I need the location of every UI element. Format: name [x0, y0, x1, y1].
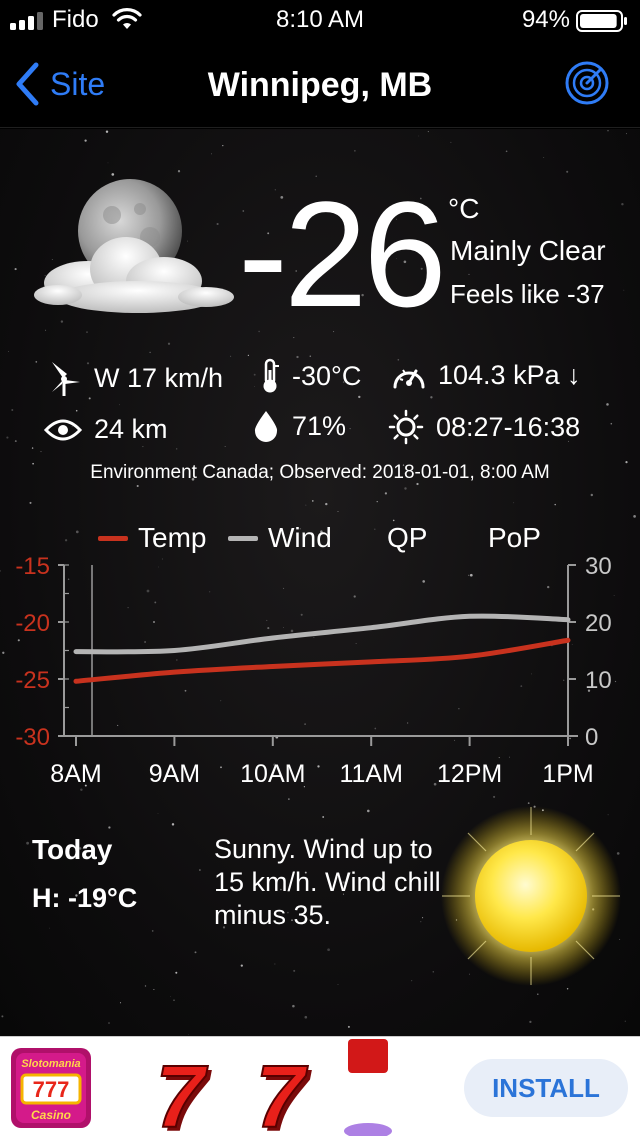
radar-icon[interactable] [564, 60, 610, 106]
visibility-detail: 24 km [44, 414, 168, 445]
humidity-value: 71% [292, 410, 347, 441]
svg-text:7: 7 [156, 1047, 209, 1136]
dewpoint-detail: -30°C [260, 358, 361, 394]
logo-text-bottom: Casino [31, 1108, 71, 1122]
right-tick-label: 20 [585, 610, 612, 637]
slot-sevens-graphic: 7 7 7 7 [155, 1039, 392, 1136]
left-tick-label: -15 [15, 553, 50, 580]
current-temperature: -26 [238, 170, 447, 338]
legend-wind-swatch [228, 535, 258, 541]
left-tick-label: -20 [15, 610, 50, 637]
sun-icon [441, 806, 621, 986]
legend-temp-swatch [98, 535, 128, 541]
thermometer-icon [263, 358, 279, 393]
left-tick-label: -30 [15, 724, 50, 751]
eye-icon [44, 419, 82, 440]
logo-text-top: Slotomania [21, 1058, 80, 1070]
x-tick-label: 11AM [339, 760, 402, 788]
status-bar: Fido 8:10 AM 94% [0, 0, 640, 40]
page-title: Winnipeg, MB [207, 66, 433, 104]
feels-like: Feels like -37 [450, 279, 605, 309]
x-tick-label: 8AM [50, 760, 101, 788]
temperature-unit: °C [448, 193, 480, 224]
weather-panel: -26 °C Mainly Clear Feels like -37 W 17 … [0, 129, 640, 1036]
left-tick-label: -25 [15, 667, 50, 694]
daylight-detail: 08:27-16:38 [388, 409, 580, 445]
svg-text:7: 7 [256, 1047, 309, 1136]
hourly-chart: -15 -20 -25 -30 30 20 10 0 8AM 9AM 10AM 11AM 12PM 1PM [15, 553, 612, 788]
series-line-temp [73, 637, 571, 684]
x-tick-label: 12PM [437, 760, 502, 788]
pressure-value: 104.3 kPa ↓ [438, 360, 581, 390]
forecast-day: Today [32, 834, 113, 865]
battery-icon [576, 10, 627, 32]
sun-outline-icon [388, 409, 424, 445]
right-tick-label: 30 [585, 553, 612, 580]
x-tick-label: 9AM [149, 760, 200, 788]
gauge-icon [393, 368, 425, 388]
moon-cloud-icon [34, 179, 234, 313]
humidity-detail: 71% [252, 409, 346, 443]
wind-detail: W 17 km/h [48, 360, 223, 396]
dewpoint-value: -30°C [292, 360, 362, 391]
wind-turbine-icon [52, 362, 80, 396]
ad-banner[interactable]: 777 Slotomania Casino 7 7 7 7 INSTALL [0, 1036, 640, 1136]
visibility-value: 24 km [94, 414, 168, 444]
install-button[interactable]: INSTALL [464, 1059, 628, 1117]
casino-logo: 777 Slotomania Casino [11, 1048, 91, 1128]
series-line-wind [73, 613, 571, 655]
right-tick-label: 0 [585, 724, 598, 751]
right-tick-label: 10 [585, 667, 612, 694]
daylight-value: 08:27-16:38 [436, 411, 581, 442]
x-tick-label: 10AM [240, 760, 305, 788]
observation-source: Environment Canada; Observed: 2018-01-01… [90, 462, 550, 483]
pressure-detail: 104.3 kPa ↓ [392, 360, 581, 391]
wind-value: W 17 km/h [94, 362, 224, 393]
water-drop-icon [254, 411, 278, 442]
forecast-high: H: -19°C [32, 883, 138, 913]
svg-text:777: 777 [33, 1077, 70, 1102]
current-condition: Mainly Clear [450, 235, 606, 266]
battery-percent: 94% [521, 6, 570, 33]
forecast-summary: Sunny. Wind up to 15 km/h. Wind chill mi… [214, 834, 441, 930]
navigation-bar: Site Winnipeg, MB [0, 40, 640, 128]
x-tick-label: 1PM [542, 760, 593, 788]
